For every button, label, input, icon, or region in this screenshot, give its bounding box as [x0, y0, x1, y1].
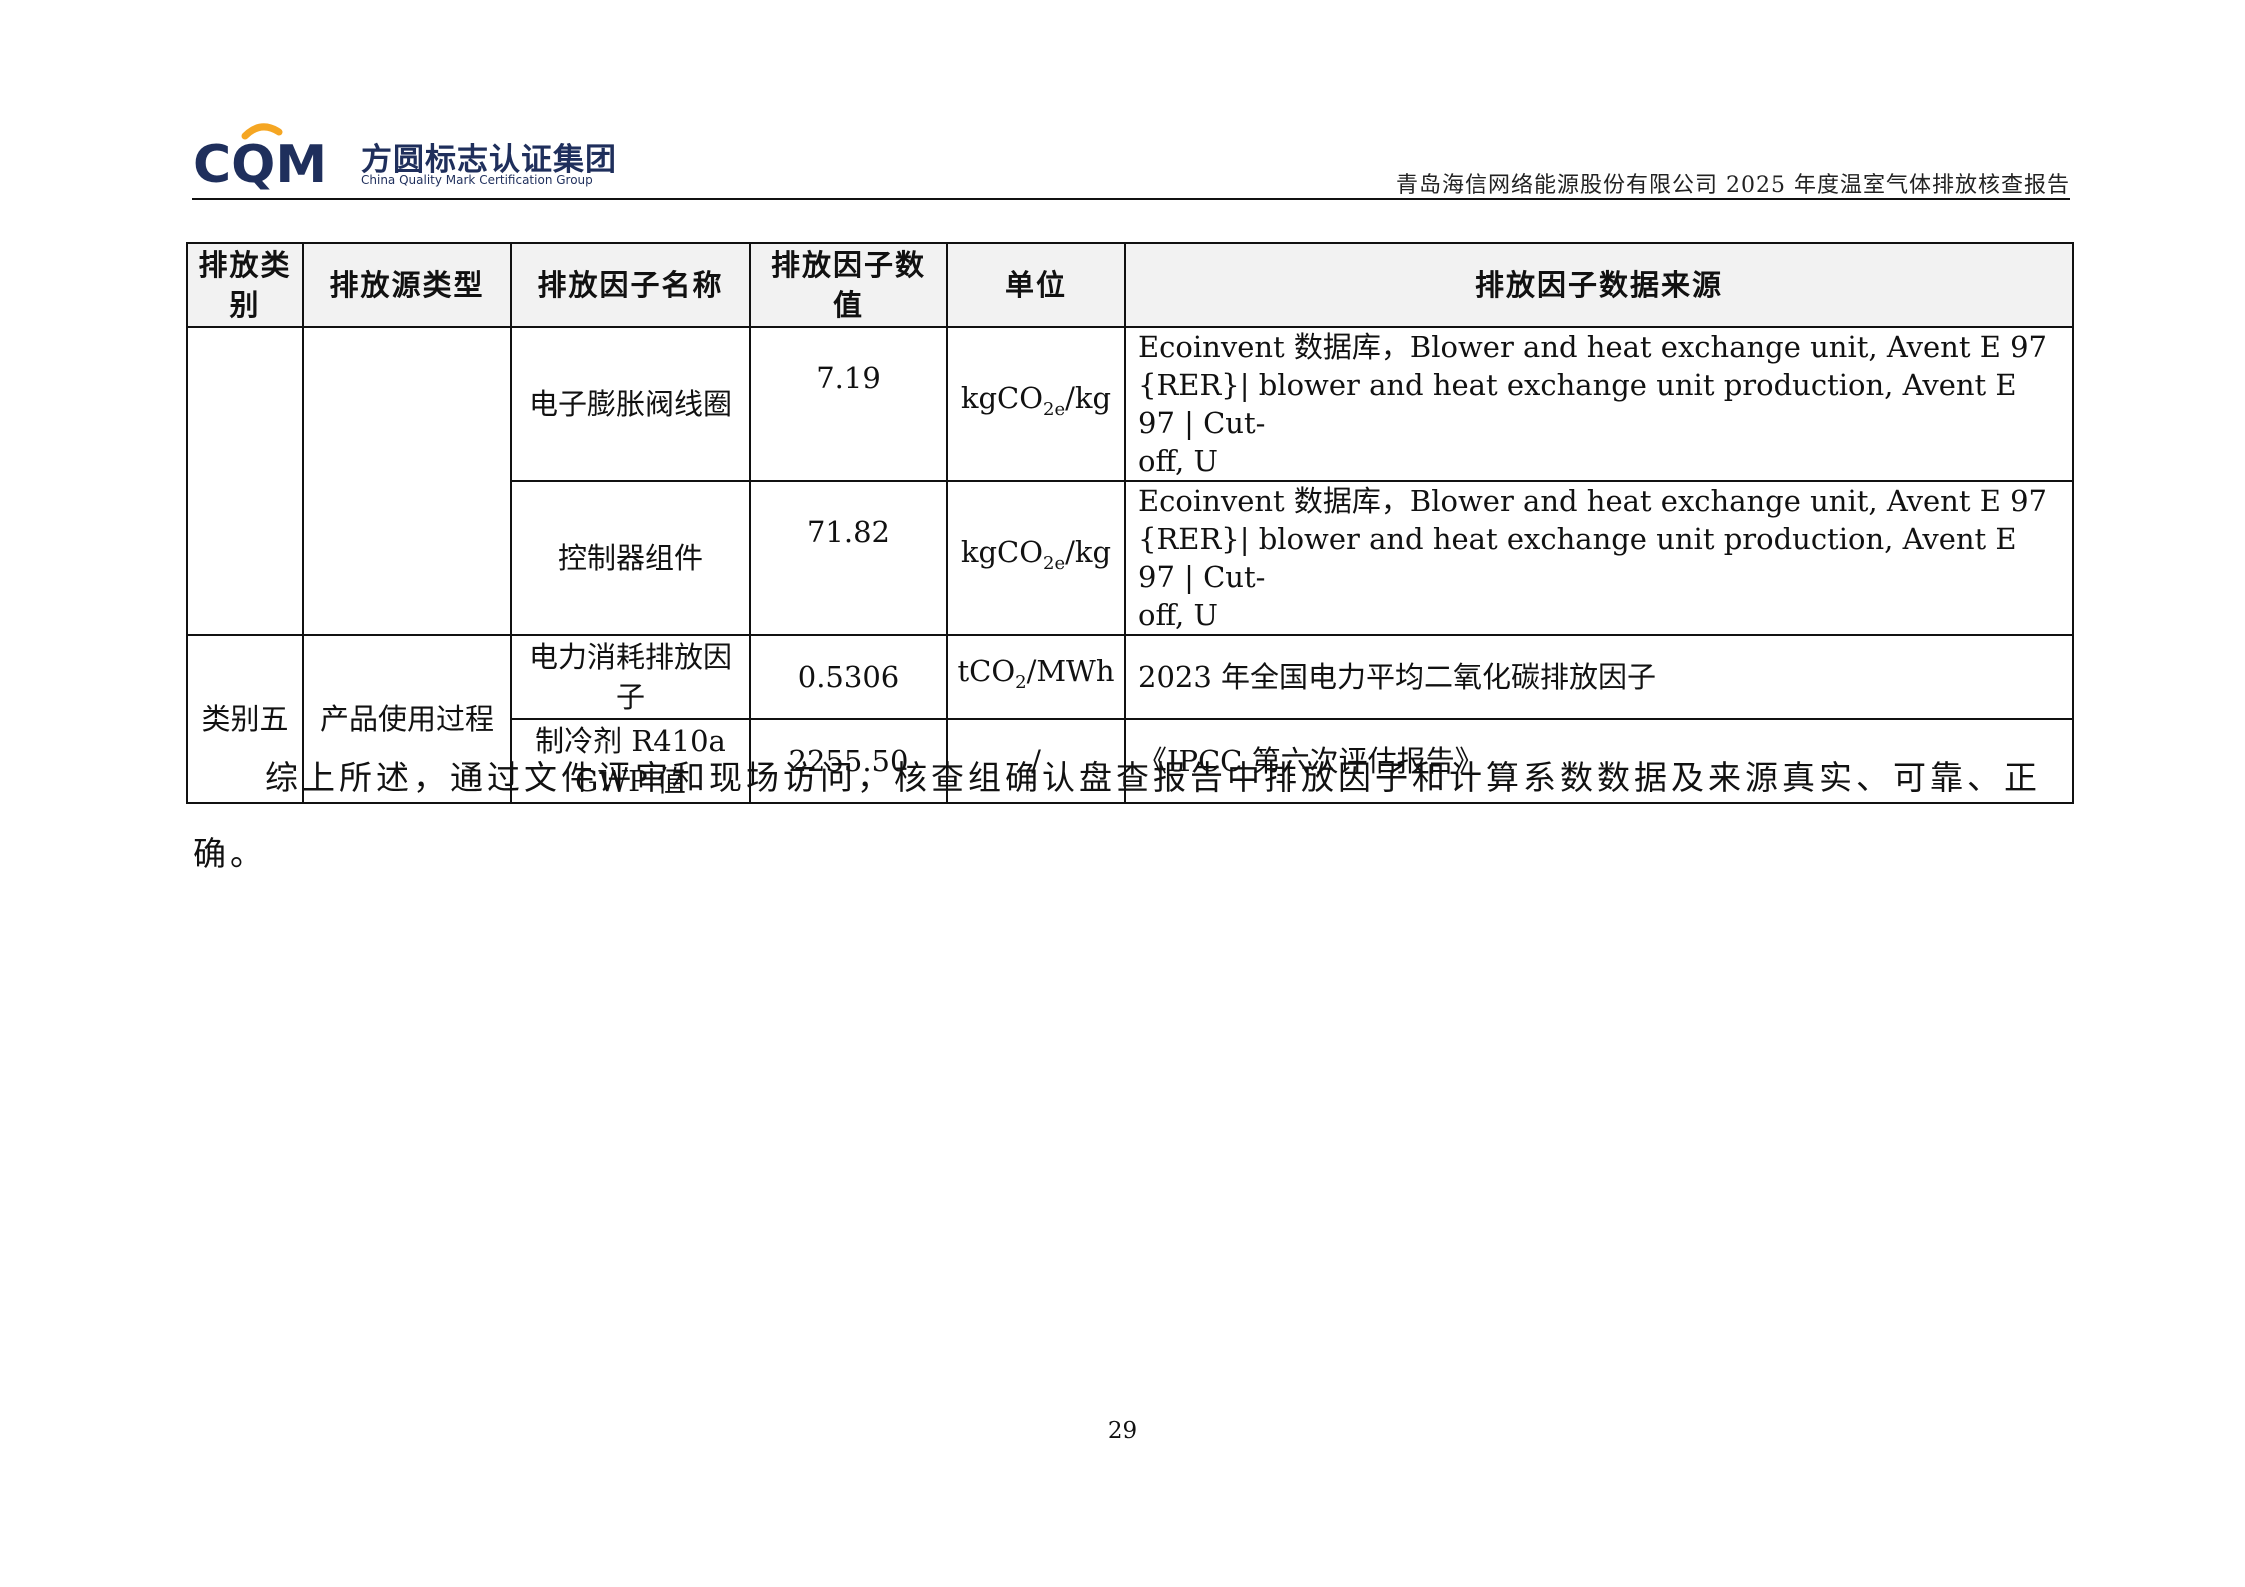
source-line: Ecoinvent 数据库，Blower and heat exchange u… — [1138, 330, 2047, 364]
cell-data-source: Ecoinvent 数据库，Blower and heat exchange u… — [1124, 326, 2074, 482]
unit-subscript: 2e — [1043, 552, 1066, 574]
unit-prefix: tCO — [957, 654, 1016, 689]
cell-factor-value: 7.19 — [749, 326, 948, 482]
source-line: Ecoinvent 数据库，Blower and heat exchange u… — [1138, 484, 2047, 518]
unit-suffix: /MWh — [1026, 654, 1115, 689]
cell-factor-name: 电子膨胀阀线圈 — [510, 326, 751, 482]
report-title: 青岛海信网络能源股份有限公司 2025 年度温室气体排放核查报告 — [1396, 173, 2070, 198]
cell-category — [186, 326, 304, 636]
logo-english-name: China Quality Mark Certification Group — [361, 173, 593, 187]
source-line: {RER}| blower and heat exchange unit pro… — [1138, 522, 2017, 594]
page-number: 29 — [1107, 1418, 1138, 1444]
cell-unit: kgCO2e/kg — [946, 326, 1126, 482]
unit-subscript: 2 — [1015, 671, 1027, 693]
header-unit: 单位 — [946, 242, 1126, 328]
header-factor-name: 排放因子名称 — [510, 242, 751, 328]
cell-unit: tCO2/MWh — [946, 634, 1126, 720]
unit-suffix: /kg — [1065, 381, 1112, 416]
unit-subscript: 2e — [1043, 398, 1066, 420]
cell-data-source: 2023 年全国电力平均二氧化碳排放因子 — [1124, 634, 2074, 720]
source-line: {RER}| blower and heat exchange unit pro… — [1138, 368, 2017, 440]
cell-factor-name: 电力消耗排放因子 — [510, 634, 751, 720]
table-row: 类别五 产品使用过程 电力消耗排放因子 0.5306 tCO2/MWh 2023… — [186, 634, 2074, 804]
cell-factor-value: 0.5306 — [749, 634, 948, 720]
unit-prefix: kgCO — [960, 381, 1044, 416]
header-data-source: 排放因子数据来源 — [1124, 242, 2074, 328]
table-header-row: 排放类别 排放源类型 排放因子名称 排放因子数值 单位 排放因子数据来源 — [186, 242, 2074, 328]
cell-source-type — [302, 326, 512, 636]
header-source-type: 排放源类型 — [302, 242, 512, 328]
cqm-logo-icon: CQM — [193, 123, 327, 190]
cell-factor-name: 控制器组件 — [510, 480, 751, 636]
unit-suffix: /kg — [1065, 535, 1112, 570]
unit-prefix: kgCO — [960, 535, 1044, 570]
header-divider — [192, 198, 2070, 200]
table-row: 电子膨胀阀线圈 7.19 kgCO2e/kg Ecoinvent 数据库，Blo… — [186, 326, 2074, 636]
source-line: off, U — [1138, 598, 1218, 632]
logo-mark-text: CQM — [193, 135, 327, 190]
cell-data-source: Ecoinvent 数据库，Blower and heat exchange u… — [1124, 480, 2074, 636]
emission-factor-table: 排放类别 排放源类型 排放因子名称 排放因子数值 单位 排放因子数据来源 电子膨… — [186, 242, 2074, 804]
header-factor-value: 排放因子数值 — [749, 242, 948, 328]
cell-factor-value: 71.82 — [749, 480, 948, 636]
cell-unit: kgCO2e/kg — [946, 480, 1126, 636]
source-line: off, U — [1138, 444, 1218, 478]
conclusion-paragraph: 综上所述，通过文件评审和现场访问，核查组确认盘查报告中排放因子和计算系数数据及来… — [193, 758, 2041, 873]
company-logo: CQM 方圆标志认证集团 China Quality Mark Certific… — [193, 118, 616, 190]
header-category: 排放类别 — [186, 242, 304, 328]
